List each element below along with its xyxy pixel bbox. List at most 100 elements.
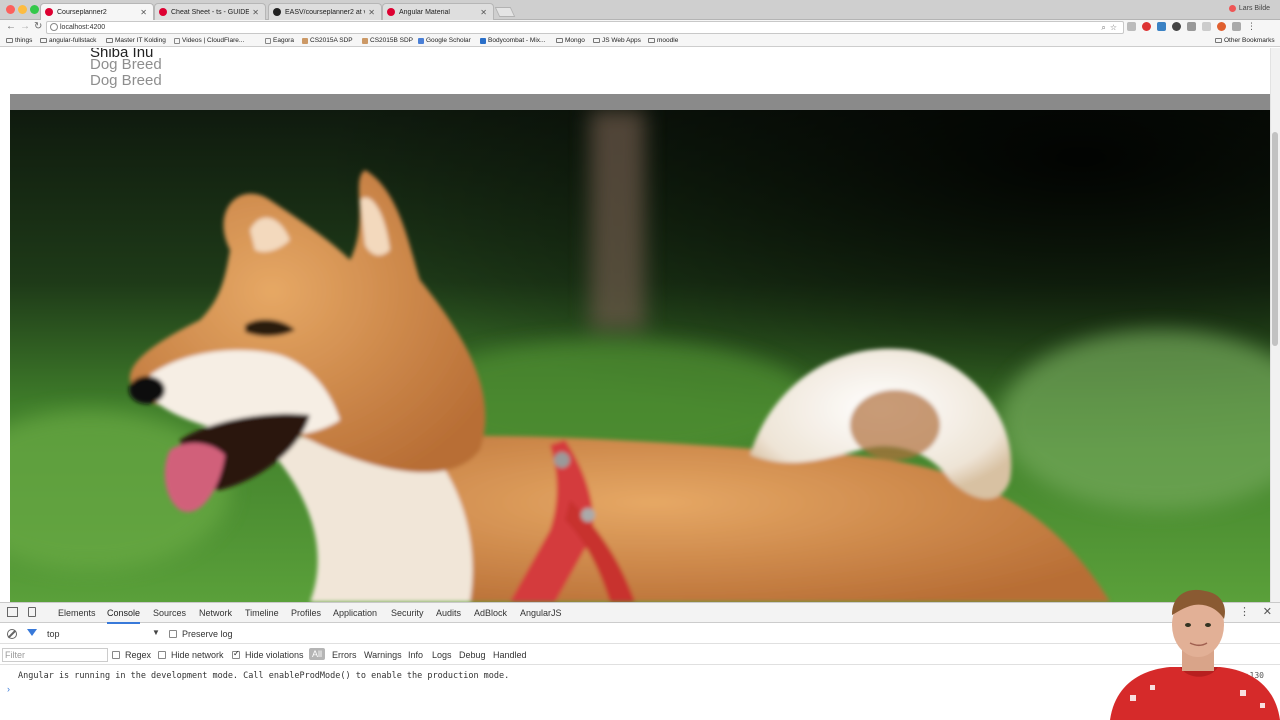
inspect-element-icon[interactable] [7,607,18,617]
bookmark-label: CS2015A SDP [310,37,353,44]
close-tab-icon[interactable]: ✕ [480,8,487,17]
bookmark-bodycombat[interactable]: Bodycombat - Mix... [480,37,545,44]
browser-tab-github[interactable]: EASV/courseplanner2 at v0.02 ✕ [268,3,382,20]
hide-network-checkbox[interactable] [158,651,166,659]
bookmark-cs2015a-sdp[interactable]: CS2015A SDP [302,37,353,44]
tab-sources[interactable]: Sources [153,608,186,618]
card-subtitle: Dog Breed [90,56,162,73]
tab-security[interactable]: Security [391,608,424,618]
clear-console-icon[interactable] [7,629,17,639]
bookmark-videos-cloudflare[interactable]: Videos | CloudFlare... [174,37,244,44]
bookmark-master-it-kolding[interactable]: Master IT Kolding [106,37,166,44]
address-bar[interactable]: localhost:4200 ⌕ ☆ [46,21,1124,34]
tab-network[interactable]: Network [199,608,232,618]
level-warnings-button[interactable]: Warnings [364,650,402,660]
info-icon [50,23,58,31]
angular-icon [159,8,167,16]
tab-console[interactable]: Console [107,608,141,624]
bookmark-label: JS Web Apps [602,37,641,44]
tab-title: EASV/courseplanner2 at v0.02 [285,8,365,16]
level-all-button[interactable]: All [309,648,326,660]
tab-audits[interactable]: Audits [436,608,461,618]
regex-label: Regex [125,650,152,660]
tab-title: Cheat Sheet - ts - GUIDE [171,8,250,16]
bookmark-label: Bodycombat - Mix... [488,37,546,44]
extension-icon[interactable] [1232,22,1241,31]
bookmark-google-scholar[interactable]: Google Scholar [418,37,471,44]
bookmark-js-web-apps[interactable]: JS Web Apps [593,37,641,44]
bookmark-label: Eagora [273,37,294,44]
browser-toolbar: ← → ↻ localhost:4200 ⌕ ☆ ⋮ [0,20,1280,35]
hide-violations-checkbox[interactable] [232,649,240,659]
tab-angularjs[interactable]: AngularJS [520,608,562,618]
bookmark-star-icon[interactable]: ☆ [1110,22,1117,33]
bookmark-label: Master IT Kolding [115,37,166,44]
back-icon[interactable]: ← [6,21,16,32]
reload-icon[interactable]: ↻ [34,21,42,32]
bookmark-moodle[interactable]: moodle [648,37,678,44]
console-filter-input[interactable] [2,648,108,662]
devtools-panel: Elements Console Sources Network Timelin… [0,602,1280,720]
browser-tab-courseplanner2[interactable]: Courseplanner2 ✕ [40,3,154,20]
profile-button[interactable]: Lars Bilde [1228,5,1270,12]
zoom-icon[interactable]: ⌕ [1101,22,1105,33]
device-toolbar-icon[interactable] [28,607,36,617]
close-window-icon[interactable] [6,5,15,14]
regex-checkbox[interactable] [112,651,120,659]
tab-adblock[interactable]: AdBlock [474,608,507,618]
console-prompt[interactable]: › [7,684,10,694]
page-scrollbar[interactable] [1270,48,1280,602]
angular-icon [387,8,395,16]
forward-icon[interactable]: → [20,21,30,32]
level-debug-button[interactable]: Debug [459,650,486,660]
filter-icon[interactable] [27,629,37,636]
menu-icon[interactable]: ⋮ [1247,22,1256,31]
adblock-icon[interactable] [1142,22,1151,31]
bookmark-things[interactable]: things [6,37,32,44]
extension-icon[interactable] [1187,22,1196,31]
preserve-log-label: Preserve log [182,629,233,639]
bookmark-cs2015b-sdp[interactable]: CS2015B SDP [362,37,413,44]
user-icon [1228,5,1236,12]
bookmark-label: Videos | CloudFlare... [182,37,245,44]
bookmark-angular-fullstack[interactable]: angular-fullstack [40,37,96,44]
maximize-window-icon[interactable] [30,5,39,14]
close-tab-icon[interactable]: ✕ [140,8,147,17]
new-tab-button[interactable] [494,7,516,17]
folder-icon [1215,38,1222,43]
chevron-down-icon[interactable]: ▼ [152,628,160,637]
devtools-tab-bar: Elements Console Sources Network Timelin… [0,603,1280,624]
level-errors-button[interactable]: Errors [332,650,357,660]
bookmark-other[interactable]: Other Bookmarks [1215,37,1275,44]
extension-icon[interactable] [1127,22,1136,31]
extension-icon[interactable] [1217,22,1226,31]
bookmark-mongo[interactable]: Mongo [556,37,585,44]
scholar-icon [418,37,424,44]
folder-icon [40,38,47,43]
browser-tab-cheat-sheet[interactable]: Cheat Sheet - ts - GUIDE ✕ [154,3,266,20]
github-icon [273,8,281,16]
minimize-window-icon[interactable] [18,5,27,14]
bookmark-eagora[interactable]: Eagora [265,37,294,44]
preserve-log-checkbox[interactable] [169,630,177,638]
tab-profiles[interactable]: Profiles [291,608,321,618]
video-icon [480,37,486,44]
tab-timeline[interactable]: Timeline [245,608,279,618]
scrollbar-thumb[interactable] [1272,132,1278,346]
card-header [10,48,1270,94]
level-handled-button[interactable]: Handled [493,650,527,660]
level-logs-button[interactable]: Logs [432,650,452,660]
site-icon [302,37,308,44]
close-tab-icon[interactable]: ✕ [368,8,375,17]
tab-elements[interactable]: Elements [58,608,96,618]
site-icon [362,37,368,44]
extension-icon[interactable] [1172,22,1181,31]
tab-application[interactable]: Application [333,608,377,618]
context-select[interactable]: top [47,629,60,639]
browser-tab-angular-material[interactable]: Angular Material ✕ [382,3,494,20]
extension-icon[interactable] [1157,22,1166,31]
close-tab-icon[interactable]: ✕ [252,8,259,17]
level-info-button[interactable]: Info [408,650,423,660]
page-icon [265,37,271,44]
extension-icon[interactable] [1202,22,1211,31]
